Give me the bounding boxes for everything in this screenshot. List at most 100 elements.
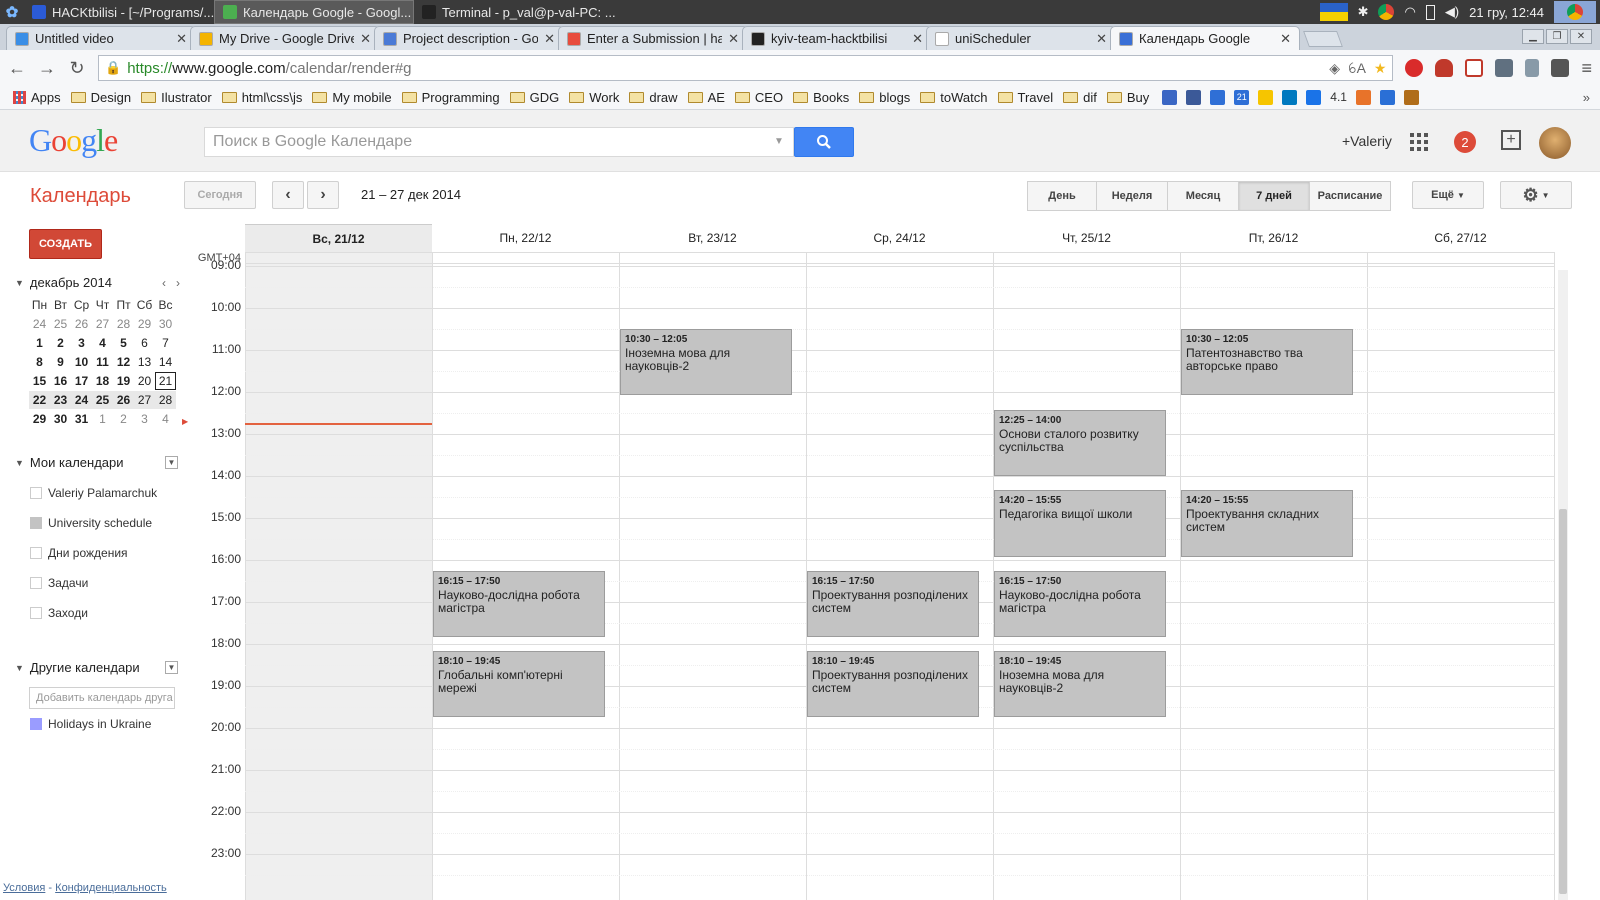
calendar-checkbox[interactable] [30,607,42,619]
user-profile-link[interactable]: +Valeriy [1342,133,1392,149]
bookmark-1[interactable]: Design [66,90,136,105]
close-tab-icon[interactable]: ✕ [912,31,923,47]
my-calendar-item[interactable]: Дни рождения [30,546,128,560]
mini-day[interactable]: 3 [134,410,155,428]
mini-day[interactable]: 30 [155,315,176,333]
maximize-button[interactable]: ❐ [1546,29,1568,44]
browser-tab-1[interactable]: My Drive - Google Drive ✕ [190,26,380,50]
mini-day[interactable]: 25 [50,315,71,333]
bookmark-15[interactable]: dif [1058,90,1102,105]
my-calendar-item[interactable]: Заходи [30,606,88,620]
mini-day[interactable]: 10 [71,353,92,371]
battery-icon[interactable] [1425,4,1435,20]
share-plus-icon[interactable]: + [1501,130,1521,150]
mini-day[interactable]: 2 [113,410,134,428]
more-button[interactable]: Ещё ▼ [1412,181,1484,209]
app-menu-icon[interactable]: ✿ [0,0,24,24]
calendar-event[interactable]: 18:10 – 19:45 Проектування розподілених с… [807,651,979,718]
bookmark-9[interactable]: AE [683,90,730,105]
notifications-badge[interactable]: 2 [1454,131,1476,153]
calendar-event[interactable]: 10:30 – 12:05 Патентознавство тва авторсь… [1181,329,1353,396]
tool-extension-icon[interactable] [1495,59,1514,77]
calendar-event[interactable]: 16:15 – 17:50 Науково-дослідна робота маг… [433,570,605,637]
mini-day[interactable]: 7 [155,334,176,352]
address-bar[interactable]: 🔒 https://www.google.com/calendar/render… [98,55,1394,81]
mini-day[interactable]: 9 [50,353,71,371]
bookmark-2[interactable]: Ilustrator [136,90,217,105]
more-bookmarks-icon[interactable]: » [1583,90,1590,105]
mini-day[interactable]: 13 [134,353,155,371]
mini-day[interactable]: 29 [29,410,50,428]
close-tab-icon[interactable]: ✕ [1096,31,1107,47]
mini-prev-icon[interactable]: ‹ [162,276,166,290]
calendar-21-icon[interactable]: 21 [1234,90,1250,105]
plus-cross-icon[interactable] [1465,59,1484,77]
calendar-event[interactable]: 14:20 – 15:55 Проектування складних систе… [1181,489,1353,557]
calendar-title[interactable]: Календарь [30,185,131,208]
bookmark-star-icon[interactable]: ★ [1374,60,1387,77]
browser-tab-5[interactable]: uniScheduler ✕ [926,26,1116,50]
browser-tab-4[interactable]: kyiv-team-hacktbilisi ✕ [742,26,932,50]
close-window-button[interactable]: ✕ [1570,29,1592,44]
mini-day[interactable]: 2 [50,334,71,352]
keep-icon[interactable] [1258,90,1274,105]
calendar-checkbox[interactable] [30,718,42,730]
bookmark-16[interactable]: Buy [1102,90,1154,105]
mini-day[interactable]: 21 [155,372,176,390]
extension-diamond-icon[interactable]: ◈ [1329,60,1340,77]
os-task-2[interactable]: Terminal - p_val@p-val-PC: ... [414,0,619,24]
search-options-icon[interactable]: ▼ [774,136,784,147]
minimize-button[interactable]: ▁ [1522,29,1544,44]
forward-icon[interactable]: → [38,58,56,79]
mini-day[interactable]: 20 [134,372,155,390]
calendar-event[interactable]: 18:10 – 19:45 Глобальні комп'ютерні мереж… [433,651,605,718]
search-button[interactable] [794,127,854,157]
wifi-icon[interactable]: ◠ [1404,4,1415,20]
bookmark-13[interactable]: toWatch [915,90,992,105]
bookmark-11[interactable]: Books [788,90,854,105]
os-task-1[interactable]: Календарь Google - Googl... [214,0,414,24]
menu-icon[interactable]: ≡ [1581,58,1592,79]
bookmark-4[interactable]: My mobile [307,90,396,105]
browser-tab-3[interactable]: Enter a Submission | ha ✕ [558,26,748,50]
calendar-event[interactable]: 10:30 – 12:05 Іноземна мова для науковців… [620,329,792,396]
mini-day[interactable]: 28 [113,315,134,333]
calendar-search-input[interactable]: Поиск в Google Календаре [204,127,794,157]
view-3-button[interactable]: 7 дней [1238,181,1310,211]
mini-day[interactable]: 23 [50,391,71,409]
mini-day[interactable]: 1 [29,334,50,352]
collapse-triangle-icon[interactable]: ▼ [15,278,24,288]
browser-tab-6[interactable]: Календарь Google ✕ [1110,26,1300,50]
bookmark-3[interactable]: html\css\js [217,90,308,105]
bookmark-14[interactable]: Travel [993,90,1059,105]
mini-day[interactable]: 31 [71,410,92,428]
reload-icon[interactable]: ↻ [68,58,86,79]
today-button[interactable]: Сегодня [184,181,256,209]
mini-day[interactable]: 24 [71,391,92,409]
calendar-event[interactable]: 12:25 – 14:00 Основи сталого розвитку сус… [994,409,1166,476]
translate-icon[interactable]: ꕃA [1348,60,1366,77]
pocket-save-icon[interactable] [1551,59,1570,77]
calendar-event[interactable]: 18:10 – 19:45 Іноземна мова для науковців… [994,651,1166,718]
mini-day[interactable]: 14 [155,353,176,371]
mini-day[interactable]: 5 [113,334,134,352]
calendar-checkbox[interactable] [30,517,42,529]
my-calendars-header[interactable]: ▼ Мои календари ▼ [15,455,178,470]
bookmark-7[interactable]: Work [564,90,624,105]
browser-tab-2[interactable]: Project description - Go ✕ [374,26,564,50]
cloud-icon[interactable] [1306,90,1322,105]
my-calendar-item[interactable]: Valeriy Palamarchuk [30,486,157,500]
browser-tab-0[interactable]: Untitled video ✕ [6,26,196,50]
mail-icon[interactable] [1210,90,1226,105]
mini-day[interactable]: 26 [71,315,92,333]
mini-day[interactable]: 28 [155,391,176,409]
day-header-0[interactable]: Вс, 21/12 [245,224,432,252]
bookmark-0[interactable]: Apps [8,90,66,105]
trello-icon[interactable] [1282,90,1298,105]
mini-day[interactable]: 25 [92,391,113,409]
mini-day[interactable]: 8 [29,353,50,371]
day-header-3[interactable]: Ср, 24/12 [806,224,993,252]
mini-day[interactable]: 29 [134,315,155,333]
u-icon[interactable] [1355,90,1371,105]
calendar-checkbox[interactable] [30,577,42,589]
